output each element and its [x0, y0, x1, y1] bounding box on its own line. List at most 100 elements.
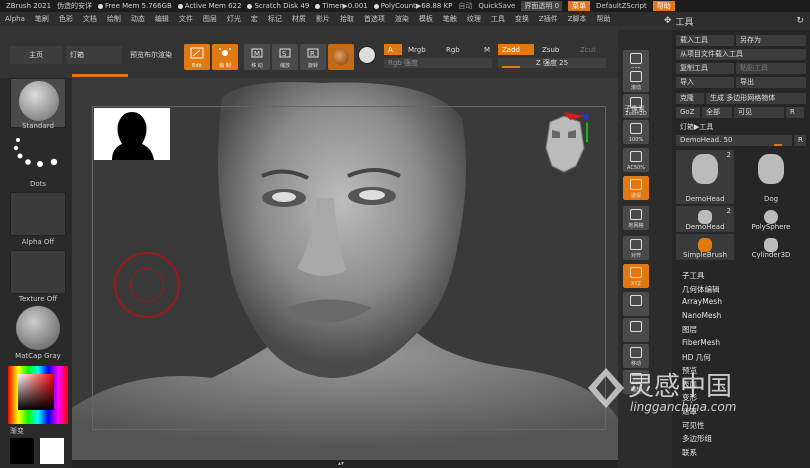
menu-item[interactable]: Alpha — [0, 15, 30, 23]
load-from-project-button[interactable]: 从项目文件载入工具 — [676, 48, 806, 60]
view-tool-button[interactable] — [623, 292, 649, 316]
menu-item[interactable]: 材质 — [287, 14, 311, 24]
draw-button[interactable]: 绘 制 — [212, 44, 238, 70]
view-tool-button[interactable]: 滚动 — [623, 68, 649, 92]
bottom-expander-icon[interactable]: ▴▾ — [338, 461, 352, 467]
menu-item[interactable]: 拾取 — [335, 14, 359, 24]
scale-button[interactable]: S 缩放 — [272, 44, 298, 70]
view-tool-button[interactable]: 透视 — [623, 176, 649, 200]
view-tool-button[interactable] — [623, 318, 649, 342]
rgb-intensity-slider[interactable]: Rgb 强度 — [384, 58, 492, 68]
view-tool-button[interactable]: AC50% — [623, 148, 649, 172]
menu-item[interactable]: Z插件 — [534, 14, 563, 24]
quicksave-button[interactable]: QuickSave — [478, 2, 515, 10]
copy-tool-button[interactable]: 复制工具 — [676, 62, 734, 74]
a-toggle[interactable]: A — [384, 44, 402, 55]
goz-visible-button[interactable]: 可见 — [734, 106, 784, 118]
mrgb-toggle[interactable]: Mrgb — [404, 44, 430, 55]
menu-item[interactable]: 笔刷 — [30, 14, 54, 24]
view-tool-button[interactable]: 100% — [623, 120, 649, 144]
menu-item[interactable]: 帮助 — [592, 14, 616, 24]
brush-selector[interactable] — [10, 78, 66, 128]
saturation-square[interactable] — [18, 374, 54, 410]
subpalette-item[interactable]: ArrayMesh — [682, 297, 722, 306]
refresh-icon[interactable]: ↻ — [796, 16, 804, 26]
view-tool-button[interactable]: XYZ — [623, 264, 649, 288]
view-tool-button[interactable]: 地网格 — [623, 206, 649, 230]
tool-thumbnail[interactable]: Cylinder3D — [742, 234, 800, 260]
menu-item[interactable]: 变换 — [510, 14, 534, 24]
goz-r-button[interactable]: R — [786, 106, 804, 118]
stroke-selector[interactable] — [10, 134, 66, 186]
menu-item[interactable]: 动态 — [126, 14, 150, 24]
texture-selector[interactable] — [10, 250, 66, 294]
menu-item[interactable]: 影片 — [311, 14, 335, 24]
subpalette-item[interactable]: 图层 — [682, 324, 697, 335]
material-selector[interactable] — [10, 306, 66, 350]
menu-item[interactable]: 编辑 — [150, 14, 174, 24]
menu-item[interactable]: 色彩 — [54, 14, 78, 24]
menu-item[interactable]: 模板 — [414, 14, 438, 24]
menu-item[interactable]: 灯光 — [222, 14, 246, 24]
preview-bool-button[interactable]: 预览布尔渲染 — [124, 46, 178, 64]
subpalette-item[interactable]: 联系 — [682, 447, 697, 458]
move-button[interactable]: M 移 动 — [244, 44, 270, 70]
subpalette-item[interactable]: FiberMesh — [682, 338, 720, 347]
secondary-color-swatch[interactable] — [40, 438, 64, 464]
m-toggle[interactable]: M — [480, 44, 494, 55]
subpalette-item[interactable]: 几何体编辑 — [682, 284, 720, 295]
zsub-toggle[interactable]: Zsub — [538, 44, 563, 55]
load-tool-button[interactable]: 载入工具 — [676, 34, 734, 46]
tool-thumbnail[interactable]: 2 DemoHead — [676, 206, 734, 232]
save-as-button[interactable]: 另存为 — [736, 34, 806, 46]
transparency-slider[interactable]: 界面透明 0 — [521, 1, 563, 11]
goz-all-button[interactable]: 全部 — [702, 106, 732, 118]
subpalette-item[interactable]: 多边形组 — [682, 433, 712, 444]
rotate-button[interactable]: R 旋转 — [300, 44, 326, 70]
subpalette-item[interactable]: 子工具 — [682, 270, 705, 281]
color-picker[interactable] — [8, 366, 68, 424]
zcut-toggle[interactable]: Zcut — [576, 44, 600, 55]
menu-item[interactable]: 首选项 — [359, 14, 390, 24]
import-button[interactable]: 导入 — [676, 76, 734, 88]
menu-button[interactable]: 菜单 — [568, 1, 591, 11]
menu-item[interactable]: 绘制 — [102, 14, 126, 24]
menu-item[interactable]: 工具 — [486, 14, 510, 24]
paste-tool-button[interactable]: 粘贴工具 — [736, 62, 806, 74]
goz-button[interactable]: GoZ — [676, 106, 700, 118]
primary-color-swatch[interactable] — [10, 438, 34, 464]
zadd-toggle[interactable]: Zadd — [498, 44, 534, 55]
menu-item[interactable]: Z脚本 — [563, 14, 592, 24]
menu-item[interactable]: 图层 — [198, 14, 222, 24]
default-zscript[interactable]: DefaultZScript — [596, 2, 647, 10]
subpalette-item[interactable]: HD 几何 — [682, 352, 711, 363]
menu-item[interactable]: 文件 — [174, 14, 198, 24]
clone-button[interactable]: 克隆 — [676, 92, 704, 104]
tool-thumbnail[interactable]: 2 DemoHead — [676, 150, 734, 204]
material-swatch[interactable] — [328, 44, 354, 70]
menu-item[interactable]: 纹理 — [462, 14, 486, 24]
menu-item[interactable]: 渲染 — [390, 14, 414, 24]
edit-button[interactable]: Edit — [184, 44, 210, 70]
subpalette-item[interactable]: NanoMesh — [682, 311, 721, 320]
tool-thumbnail[interactable]: SimpleBrush — [676, 234, 734, 260]
lightbox-button[interactable]: 灯箱 — [66, 46, 122, 64]
rgb-toggle[interactable]: Rgb — [442, 44, 464, 55]
current-tool-slider[interactable]: DemoHead. 50 — [676, 134, 792, 146]
menu-item[interactable]: 宏 — [246, 14, 263, 24]
menu-item[interactable]: 标记 — [263, 14, 287, 24]
tool-thumbnail[interactable]: Dog — [742, 150, 800, 204]
export-button[interactable]: 导出 — [736, 76, 806, 88]
help-button[interactable]: 帮助 — [652, 1, 675, 11]
silhouette-navigator[interactable] — [94, 108, 170, 160]
make-polymesh-button[interactable]: 生成 多边形网格物体 — [706, 92, 806, 104]
tool-thumbnail[interactable]: PolySphere — [742, 206, 800, 232]
orientation-head[interactable] — [540, 112, 592, 184]
z-intensity-slider[interactable]: Z 强度 25 — [498, 58, 606, 68]
menu-item[interactable]: 笔触 — [438, 14, 462, 24]
rgb-sphere-icon[interactable] — [358, 46, 376, 64]
home-button[interactable]: 主页 — [10, 46, 62, 64]
menu-item[interactable]: 文档 — [78, 14, 102, 24]
alpha-selector[interactable] — [10, 192, 66, 236]
lightbox-tools-button[interactable]: 灯箱▶工具 — [676, 122, 806, 133]
